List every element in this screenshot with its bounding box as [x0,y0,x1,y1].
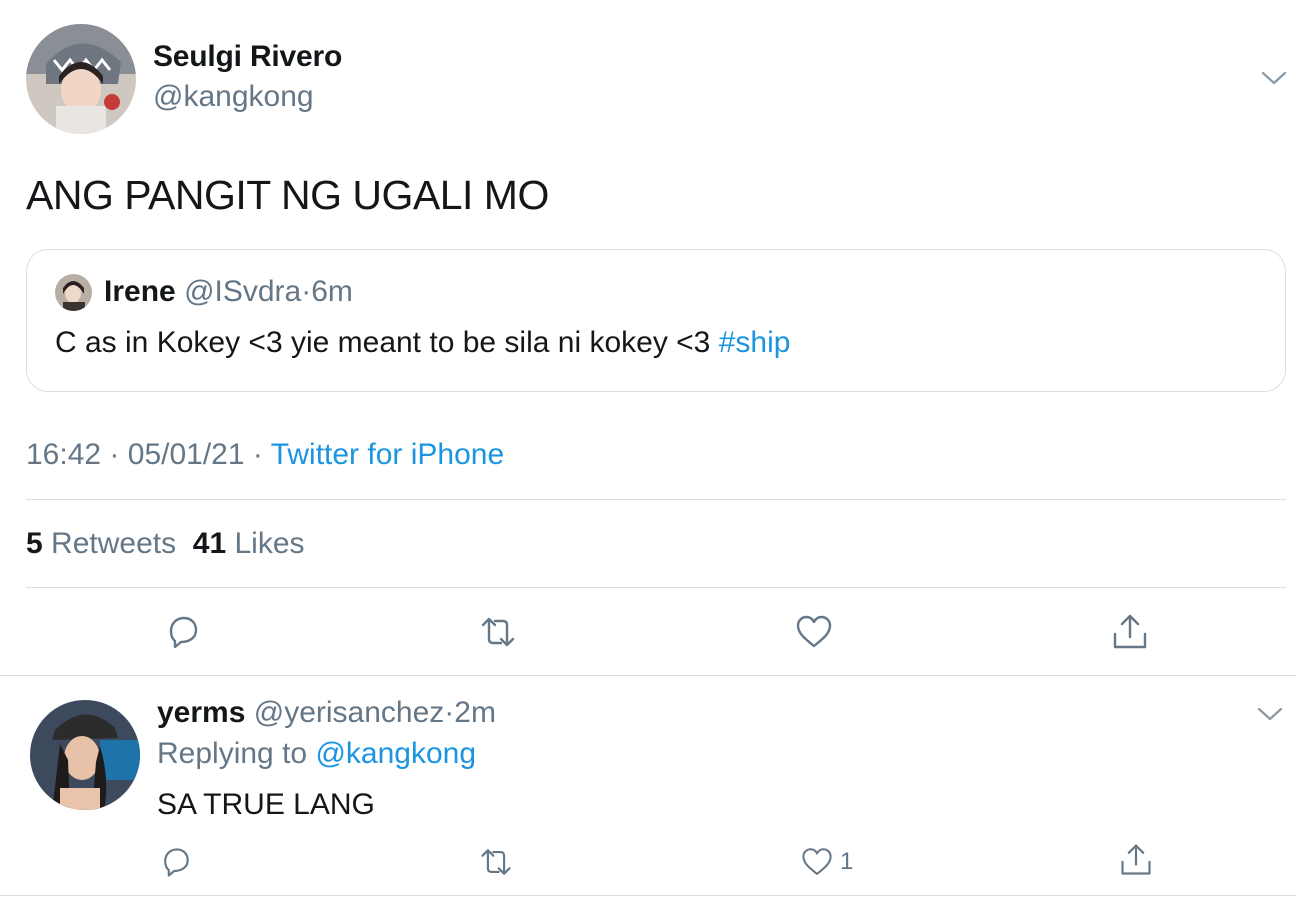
share-icon[interactable] [1110,612,1150,652]
reply-author-avatar[interactable] [30,700,140,810]
reply-icon[interactable] [163,612,203,652]
reply-like-button[interactable]: 1 [800,844,853,880]
chevron-down-icon[interactable] [1257,706,1283,722]
quoted-tweet-header: Irene @ISvdra·6m [104,275,353,309]
reply-separator: · [444,696,455,729]
likes-stat[interactable]: 41 Likes [193,527,305,560]
retweet-icon[interactable] [478,612,518,652]
likes-count: 41 [192,527,227,560]
reply-author-name[interactable]: yerms [157,696,245,729]
heart-icon[interactable] [794,612,834,652]
share-icon[interactable] [1118,842,1154,878]
reply-header: yerms @yerisanchez·2m [157,696,496,730]
reply-like-count: 1 [840,848,854,875]
quoted-time: 6m [311,275,353,308]
tweet-stats: 5 Retweets 41 Likes [26,527,305,561]
tweet-timestamp: 16:42 · 05/01/21 · Twitter for iPhone [26,438,504,472]
quoted-text-body: C as in Kokey <3 yie meant to be sila ni… [55,326,719,359]
quoted-separator: · [301,275,312,308]
meta-separator: · [252,438,263,471]
divider [0,675,1296,676]
meta-separator: · [109,438,120,471]
replying-to: Replying to @kangkong [157,737,476,771]
hashtag-link[interactable]: #ship [719,326,791,359]
replying-to-link[interactable]: @kangkong [315,737,476,770]
quoted-author-avatar [55,274,92,311]
author-handle[interactable]: @kangkong [153,80,314,114]
quoted-tweet-text: C as in Kokey <3 yie meant to be sila ni… [55,326,790,360]
reply-author-handle[interactable]: @yerisanchez [254,696,445,729]
author-avatar[interactable] [26,24,136,134]
chevron-down-icon[interactable] [1261,70,1287,86]
quoted-author-name: Irene [104,275,176,308]
divider [26,587,1286,588]
reply-text: SA TRUE LANG [157,788,375,821]
heart-icon[interactable] [800,845,834,879]
tweet-date: 05/01/21 [127,438,245,471]
divider [0,895,1296,896]
retweets-stat[interactable]: 5 Retweets [26,527,176,560]
divider [26,499,1286,500]
retweets-count: 5 [26,527,43,560]
reply-time: 2m [454,696,496,729]
retweets-label: Retweets [51,527,177,560]
replying-to-prefix: Replying to [157,737,308,770]
tweet-source-link[interactable]: Twitter for iPhone [271,438,504,471]
tweet-text: ANG PANGIT NG UGALI MO [26,172,549,218]
author-name[interactable]: Seulgi Rivero [153,40,342,74]
reply-icon[interactable] [158,844,194,880]
quoted-tweet-card[interactable] [26,249,1286,392]
quoted-author-handle: @ISvdra [184,275,302,308]
retweet-icon[interactable] [478,844,514,880]
tweet-time: 16:42 [26,438,102,471]
likes-label: Likes [234,527,305,560]
